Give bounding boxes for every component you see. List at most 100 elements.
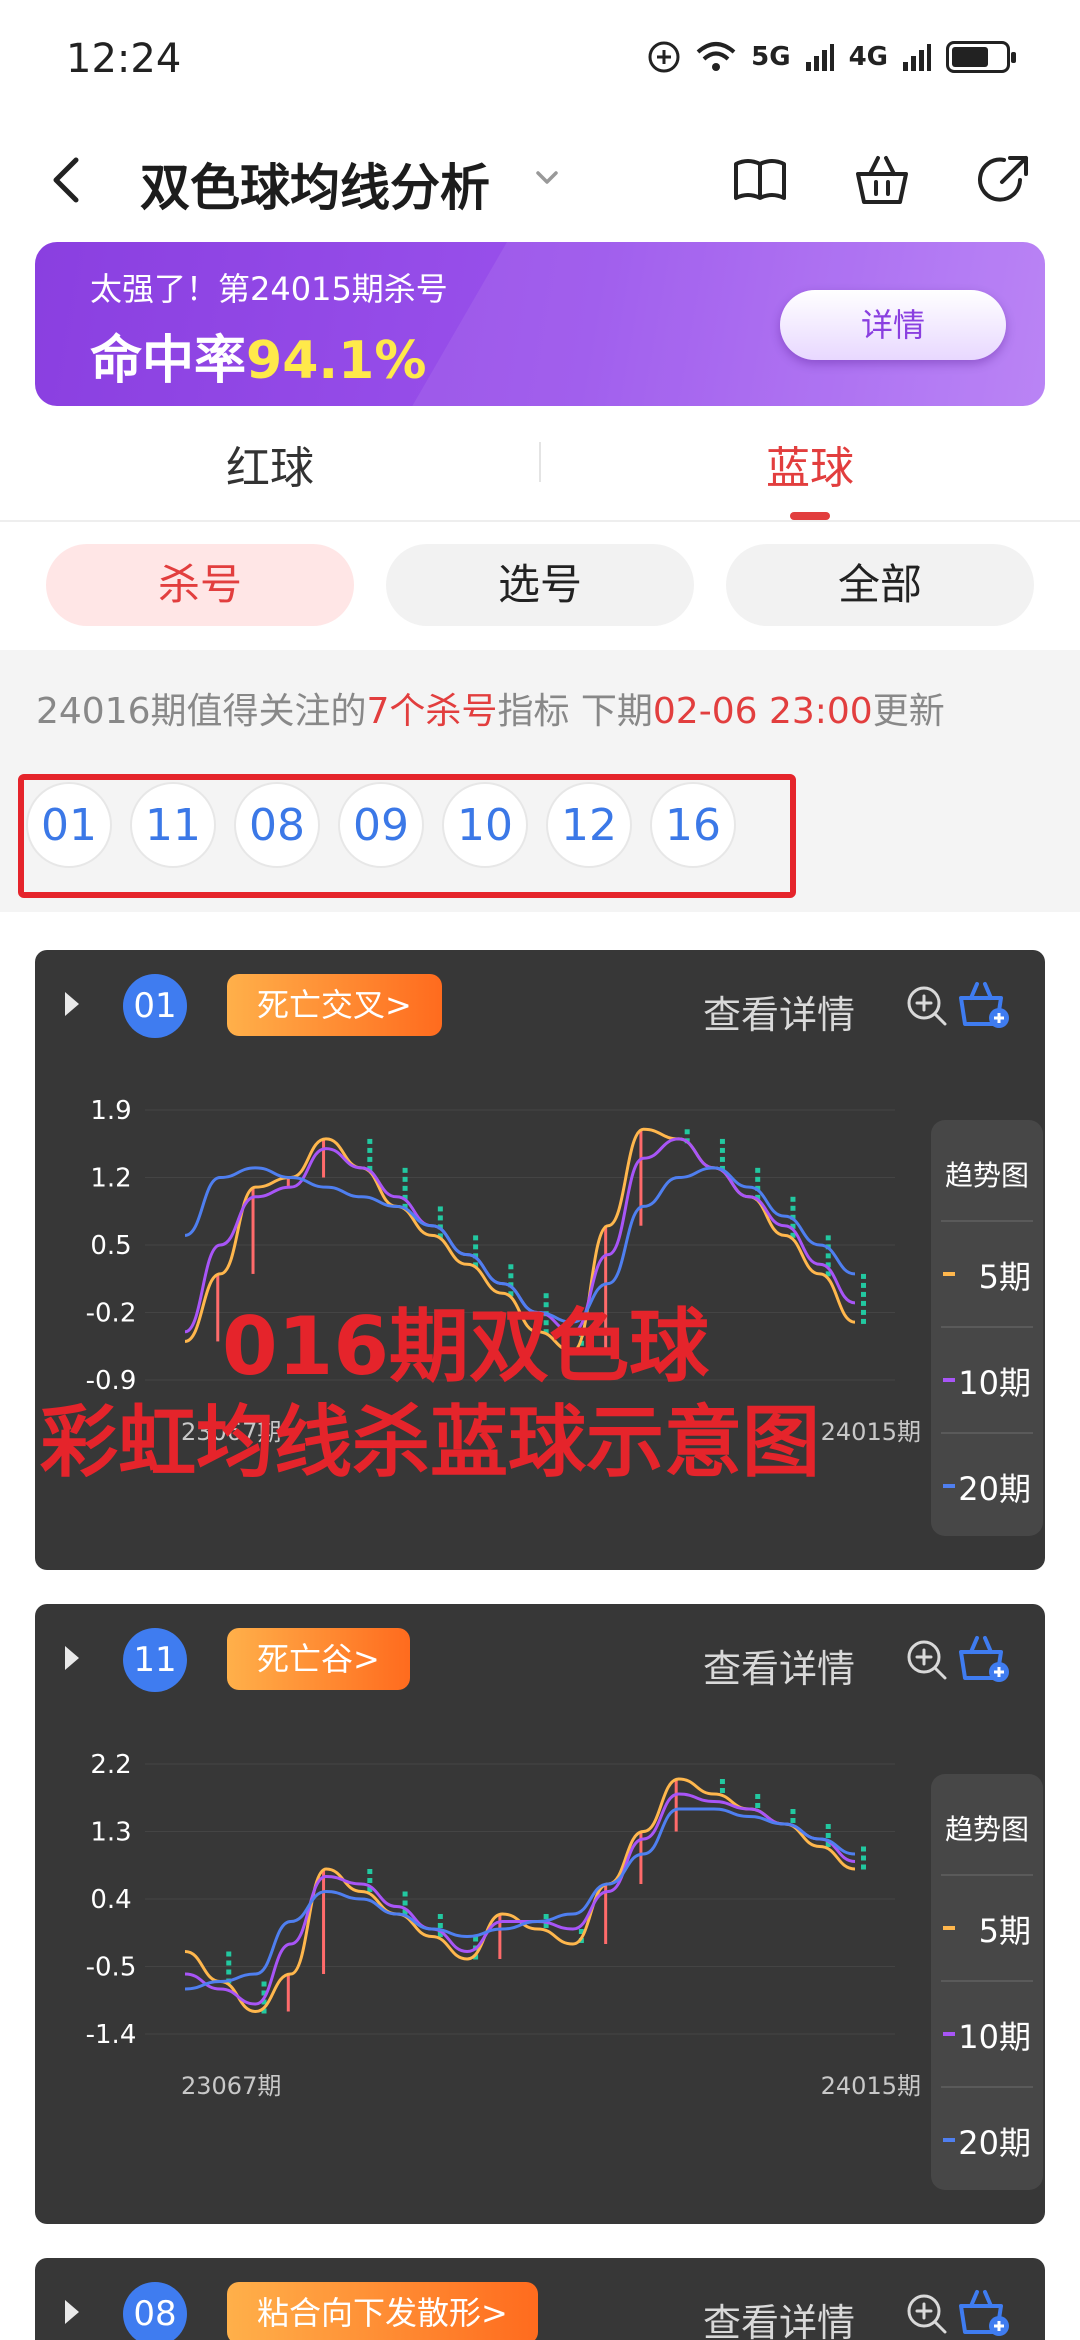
bear-dot-mark	[755, 1803, 761, 1808]
bear-dot-mark	[437, 1206, 443, 1212]
legend-divider	[941, 1980, 1033, 1982]
expand-triangle-icon[interactable]	[65, 992, 79, 1016]
bear-dot-mark	[790, 1196, 796, 1202]
bull-bar-mark	[322, 1138, 326, 1178]
pill-kill[interactable]: 杀号	[46, 544, 354, 626]
notice-text: 更新	[872, 691, 945, 732]
legend-divider	[941, 1874, 1033, 1876]
kill-number-ball[interactable]: 11	[130, 782, 216, 868]
bear-dot-mark	[226, 1951, 232, 1957]
x-end-label: 24015期	[821, 2072, 921, 2100]
bear-dot-mark	[437, 1914, 443, 1919]
chevron-down-icon[interactable]	[530, 160, 564, 194]
promo-banner[interactable]: 太强了！第24015期杀号 命中率94.1% 详情	[35, 242, 1045, 406]
y-tick-label: 1.9	[90, 1096, 131, 1126]
view-detail-link[interactable]: 查看详情	[703, 2292, 855, 2340]
tab-blue-ball[interactable]: 蓝球	[540, 432, 1080, 496]
bull-bar-mark	[639, 1129, 643, 1226]
bear-dot-mark	[790, 1818, 796, 1823]
legend-item-ma10[interactable]: 10期	[931, 1358, 1043, 1404]
bear-dot-mark	[402, 1176, 408, 1182]
bull-bar-mark	[286, 1974, 290, 2012]
signal-icon	[903, 44, 931, 71]
bear-dot-mark	[790, 1809, 796, 1814]
bear-dot-mark	[719, 1147, 725, 1153]
banner-hit-rate: 命中率94.1%	[90, 318, 426, 393]
x-start-label: 23067期	[181, 2072, 281, 2100]
tab-red-ball[interactable]: 红球	[0, 432, 540, 496]
legend-item-ma10[interactable]: 10期	[931, 2012, 1043, 2058]
trend-legend: 趋势图 5期 10期 20期	[931, 1774, 1043, 2190]
bear-dot-mark	[825, 1235, 831, 1241]
bear-dot-mark	[402, 1185, 408, 1191]
signal-tag[interactable]: 粘合向下发散形>	[227, 2282, 538, 2340]
zoom-in-icon[interactable]	[905, 1638, 949, 1682]
zoom-in-icon[interactable]	[905, 984, 949, 1028]
page-title[interactable]: 双色球均线分析	[140, 148, 490, 220]
bear-dot-mark	[473, 1235, 479, 1241]
kill-number-ball[interactable]: 08	[234, 782, 320, 868]
bear-dot-mark	[367, 1147, 373, 1153]
pill-all[interactable]: 全部	[726, 544, 1034, 626]
card-ball-number: 08	[123, 2282, 187, 2340]
legend-item-ma5[interactable]: 5期	[931, 1252, 1043, 1298]
bear-dot-mark	[437, 1215, 443, 1221]
basket-icon[interactable]	[852, 150, 912, 210]
legend-item-ma20[interactable]: 20期	[931, 2118, 1043, 2164]
bear-dot-mark	[508, 1273, 514, 1279]
bear-dot-mark	[367, 1138, 373, 1144]
add-basket-icon[interactable]	[957, 980, 1011, 1030]
kill-number-ball[interactable]: 01	[26, 782, 112, 868]
kill-number-ball[interactable]: 10	[442, 782, 528, 868]
bear-dot-mark	[437, 1923, 443, 1928]
bear-dot-mark	[226, 1960, 232, 1966]
share-icon[interactable]	[974, 150, 1034, 210]
network-4g-label: 4G	[848, 42, 888, 72]
hd-call-icon	[648, 41, 680, 73]
card-ball-number: 11	[123, 1628, 187, 1692]
trend-legend: 趋势图 5期 10期 20期	[931, 1120, 1043, 1536]
y-tick-label: 1.3	[90, 1818, 131, 1848]
zoom-in-icon[interactable]	[905, 2292, 949, 2336]
signal-icon	[805, 44, 834, 71]
active-tab-indicator	[790, 512, 830, 520]
indicator-card: 08 粘合向下发散形> 查看详情	[35, 2258, 1045, 2340]
expand-triangle-icon[interactable]	[65, 1646, 79, 1670]
bear-dot-mark	[861, 1855, 866, 1861]
view-detail-link[interactable]: 查看详情	[703, 1638, 855, 1693]
bear-dot-mark	[755, 1176, 761, 1182]
status-bar: 12:24 5G 4G	[0, 0, 1080, 120]
bear-dot-mark	[825, 1253, 831, 1259]
banner-detail-button[interactable]: 详情	[780, 290, 1006, 360]
signal-tag[interactable]: 死亡交叉>	[227, 974, 442, 1036]
add-basket-icon[interactable]	[957, 1634, 1011, 1684]
legend-title: 趋势图	[944, 1159, 1029, 1192]
view-detail-link[interactable]: 查看详情	[703, 984, 855, 1039]
add-basket-icon[interactable]	[957, 2288, 1011, 2338]
status-time: 12:24	[66, 36, 182, 82]
legend-title: 趋势图	[944, 1813, 1029, 1846]
app-header: 双色球均线分析	[0, 130, 1080, 230]
legend-item-ma5[interactable]: 5期	[931, 1906, 1043, 1952]
pill-select[interactable]: 选号	[386, 544, 694, 626]
bear-dot-mark	[755, 1167, 761, 1173]
bear-dot-mark	[861, 1282, 866, 1288]
legend-divider	[941, 1432, 1033, 1434]
notice-text: 指标 下期	[497, 691, 653, 732]
overlay-caption-line2: 彩虹均线杀蓝球示意图	[40, 1398, 821, 1488]
book-icon[interactable]	[730, 150, 790, 210]
expand-triangle-icon[interactable]	[65, 2300, 79, 2324]
kill-number-ball[interactable]: 12	[546, 782, 632, 868]
back-arrow-icon[interactable]	[44, 152, 94, 208]
kill-number-ball[interactable]: 09	[338, 782, 424, 868]
legend-divider	[941, 2086, 1033, 2088]
bear-dot-mark	[473, 1244, 479, 1250]
bear-dot-mark	[861, 1273, 866, 1279]
bull-bar-mark	[322, 1869, 326, 1974]
kill-number-ball[interactable]: 16	[650, 782, 736, 868]
bear-dot-mark	[861, 1318, 866, 1324]
x-end-label: 24015期	[821, 1418, 921, 1446]
legend-item-ma20[interactable]: 20期	[931, 1464, 1043, 1510]
bear-dot-mark	[861, 1846, 866, 1852]
signal-tag[interactable]: 死亡谷>	[227, 1628, 410, 1690]
